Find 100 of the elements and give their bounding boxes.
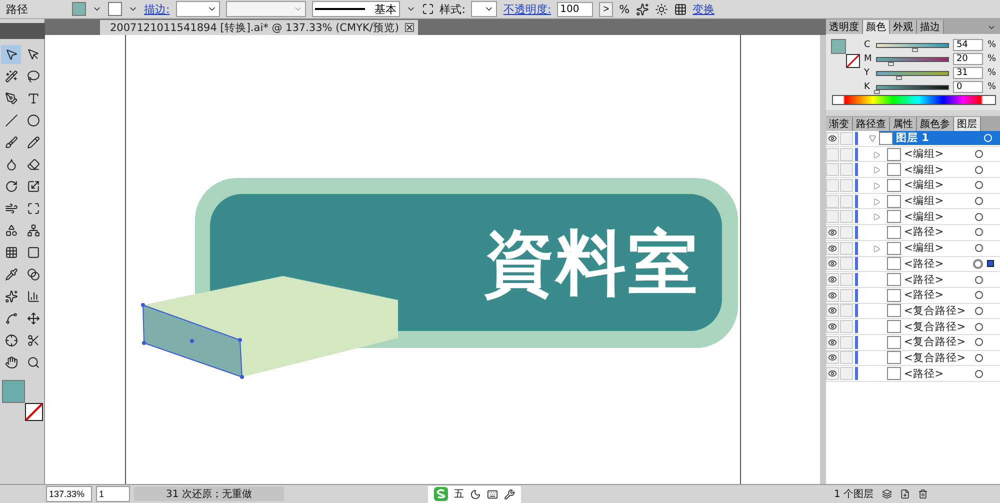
lock-toggle[interactable] [840,148,853,161]
lock-toggle[interactable] [840,257,853,270]
lock-toggle[interactable] [840,226,853,239]
brush-definition-dropdown[interactable]: 基本 [312,1,400,17]
panel-tab[interactable]: 颜色参 [917,117,954,131]
visibility-toggle[interactable] [826,148,839,161]
panel-tab[interactable]: 路径查 [853,117,890,131]
document-tab[interactable]: 2007121011541894 [转换].ai* @ 137.33% (CMYK/预览) [100,20,418,35]
lock-toggle[interactable] [840,288,853,302]
item-name[interactable]: <复合路径> [904,335,975,350]
lock-toggle[interactable] [840,351,853,364]
item-name[interactable]: <路径> [904,366,975,381]
lock-toggle[interactable] [840,132,853,145]
channel-value-field[interactable]: 0 [953,81,984,93]
layer-row[interactable]: 图层 1 [879,131,1000,146]
target-circle[interactable] [975,150,983,158]
item-name[interactable]: <编组> [904,241,975,256]
target-circle[interactable] [973,258,983,269]
panel-tab[interactable]: 描边 [917,20,944,34]
visibility-toggle[interactable] [826,132,839,145]
visibility-toggle[interactable] [826,210,839,224]
stroke-none-swatch[interactable] [846,54,860,68]
visibility-toggle[interactable] [826,288,839,302]
visibility-toggle[interactable] [826,178,839,192]
color-spectrum[interactable] [832,95,996,105]
lock-toggle[interactable] [840,336,853,349]
opacity-field[interactable]: 100 [557,2,594,16]
lock-toggle[interactable] [840,320,853,334]
visibility-toggle[interactable] [826,194,839,208]
target-circle[interactable] [975,228,983,236]
target-circle[interactable] [975,276,983,284]
arrow-pointer-tool-button[interactable] [1,45,21,64]
lock-toggle[interactable] [840,163,853,176]
stroke-swatch[interactable] [108,2,122,16]
slider-thumb[interactable] [912,48,918,52]
visibility-toggle[interactable] [826,242,839,255]
stroke-link[interactable]: 描边: [144,2,170,16]
lock-toggle[interactable] [840,304,853,318]
target-circle[interactable] [975,197,983,206]
item-name[interactable]: <编组> [904,178,975,192]
target-circle[interactable] [975,306,983,315]
item-name[interactable]: <编组> [904,210,975,224]
target-circle[interactable] [975,166,983,174]
item-name[interactable]: <路径> [904,272,975,287]
close-icon[interactable] [405,23,414,32]
panel-tab[interactable]: 属性 [890,117,917,131]
variable-width-dropdown[interactable] [226,1,306,17]
visibility-toggle[interactable] [826,273,839,286]
target-circle[interactable] [975,354,983,362]
lock-toggle[interactable] [840,242,853,255]
item-name[interactable]: <路径> [904,225,975,240]
visibility-toggle[interactable] [826,226,839,239]
target-circle[interactable] [975,322,983,331]
item-name[interactable]: <复合路径> [904,320,975,334]
target-circle[interactable] [975,181,983,190]
channel-value-field[interactable]: 54 [953,39,984,51]
transform-link[interactable]: 变换 [692,2,715,16]
stroke-none-swatch[interactable] [25,403,43,421]
lock-toggle[interactable] [840,210,853,224]
lock-toggle[interactable] [840,194,853,208]
panel-tab[interactable]: 透明度 [826,20,863,34]
item-name[interactable]: <复合路径> [904,304,975,318]
item-name[interactable]: <编组> [904,162,975,177]
visibility-toggle[interactable] [826,351,839,364]
lock-toggle[interactable] [840,273,853,286]
fill-color-swatch[interactable] [2,380,25,403]
panel-tab[interactable]: 外观 [890,20,917,34]
slider-thumb[interactable] [896,76,902,80]
slider-thumb[interactable] [888,62,894,66]
panel-tab[interactable]: 图层 [954,117,981,131]
item-name[interactable]: <路径> [904,288,975,302]
target-circle[interactable] [975,291,983,300]
target-circle[interactable] [975,212,983,221]
item-name[interactable]: <路径> [904,256,973,271]
zoom-dropdown[interactable]: 137.33% [46,486,92,502]
target-circle[interactable] [975,338,983,346]
ime-mode-text[interactable]: 五 [454,487,464,501]
slider-thumb[interactable] [874,90,880,94]
visibility-toggle[interactable] [826,304,839,318]
fill-color-swatch[interactable] [831,39,846,54]
channel-value-field[interactable]: 20 [953,53,984,65]
fill-swatch[interactable] [72,2,86,16]
visibility-toggle[interactable] [826,320,839,334]
panel-tab[interactable]: 渐变 [826,117,853,131]
visibility-toggle[interactable] [826,257,839,270]
target-circle[interactable] [975,244,983,252]
stroke-weight-field[interactable] [176,1,220,17]
item-name[interactable]: <编组> [904,194,975,208]
item-name[interactable]: <编组> [904,147,975,162]
visibility-toggle[interactable] [826,336,839,349]
visibility-toggle[interactable] [826,367,839,380]
visibility-toggle[interactable] [826,163,839,176]
opacity-step-button[interactable]: > [599,2,614,16]
channel-value-field[interactable]: 31 [953,67,984,79]
target-circle[interactable] [975,370,983,378]
lock-toggle[interactable] [840,367,853,380]
opacity-link[interactable]: 不透明度: [503,2,552,16]
panel-tab[interactable]: 颜色 [863,20,890,34]
page-dropdown[interactable]: 1 [96,486,130,502]
item-name[interactable]: <复合路径> [904,350,975,365]
